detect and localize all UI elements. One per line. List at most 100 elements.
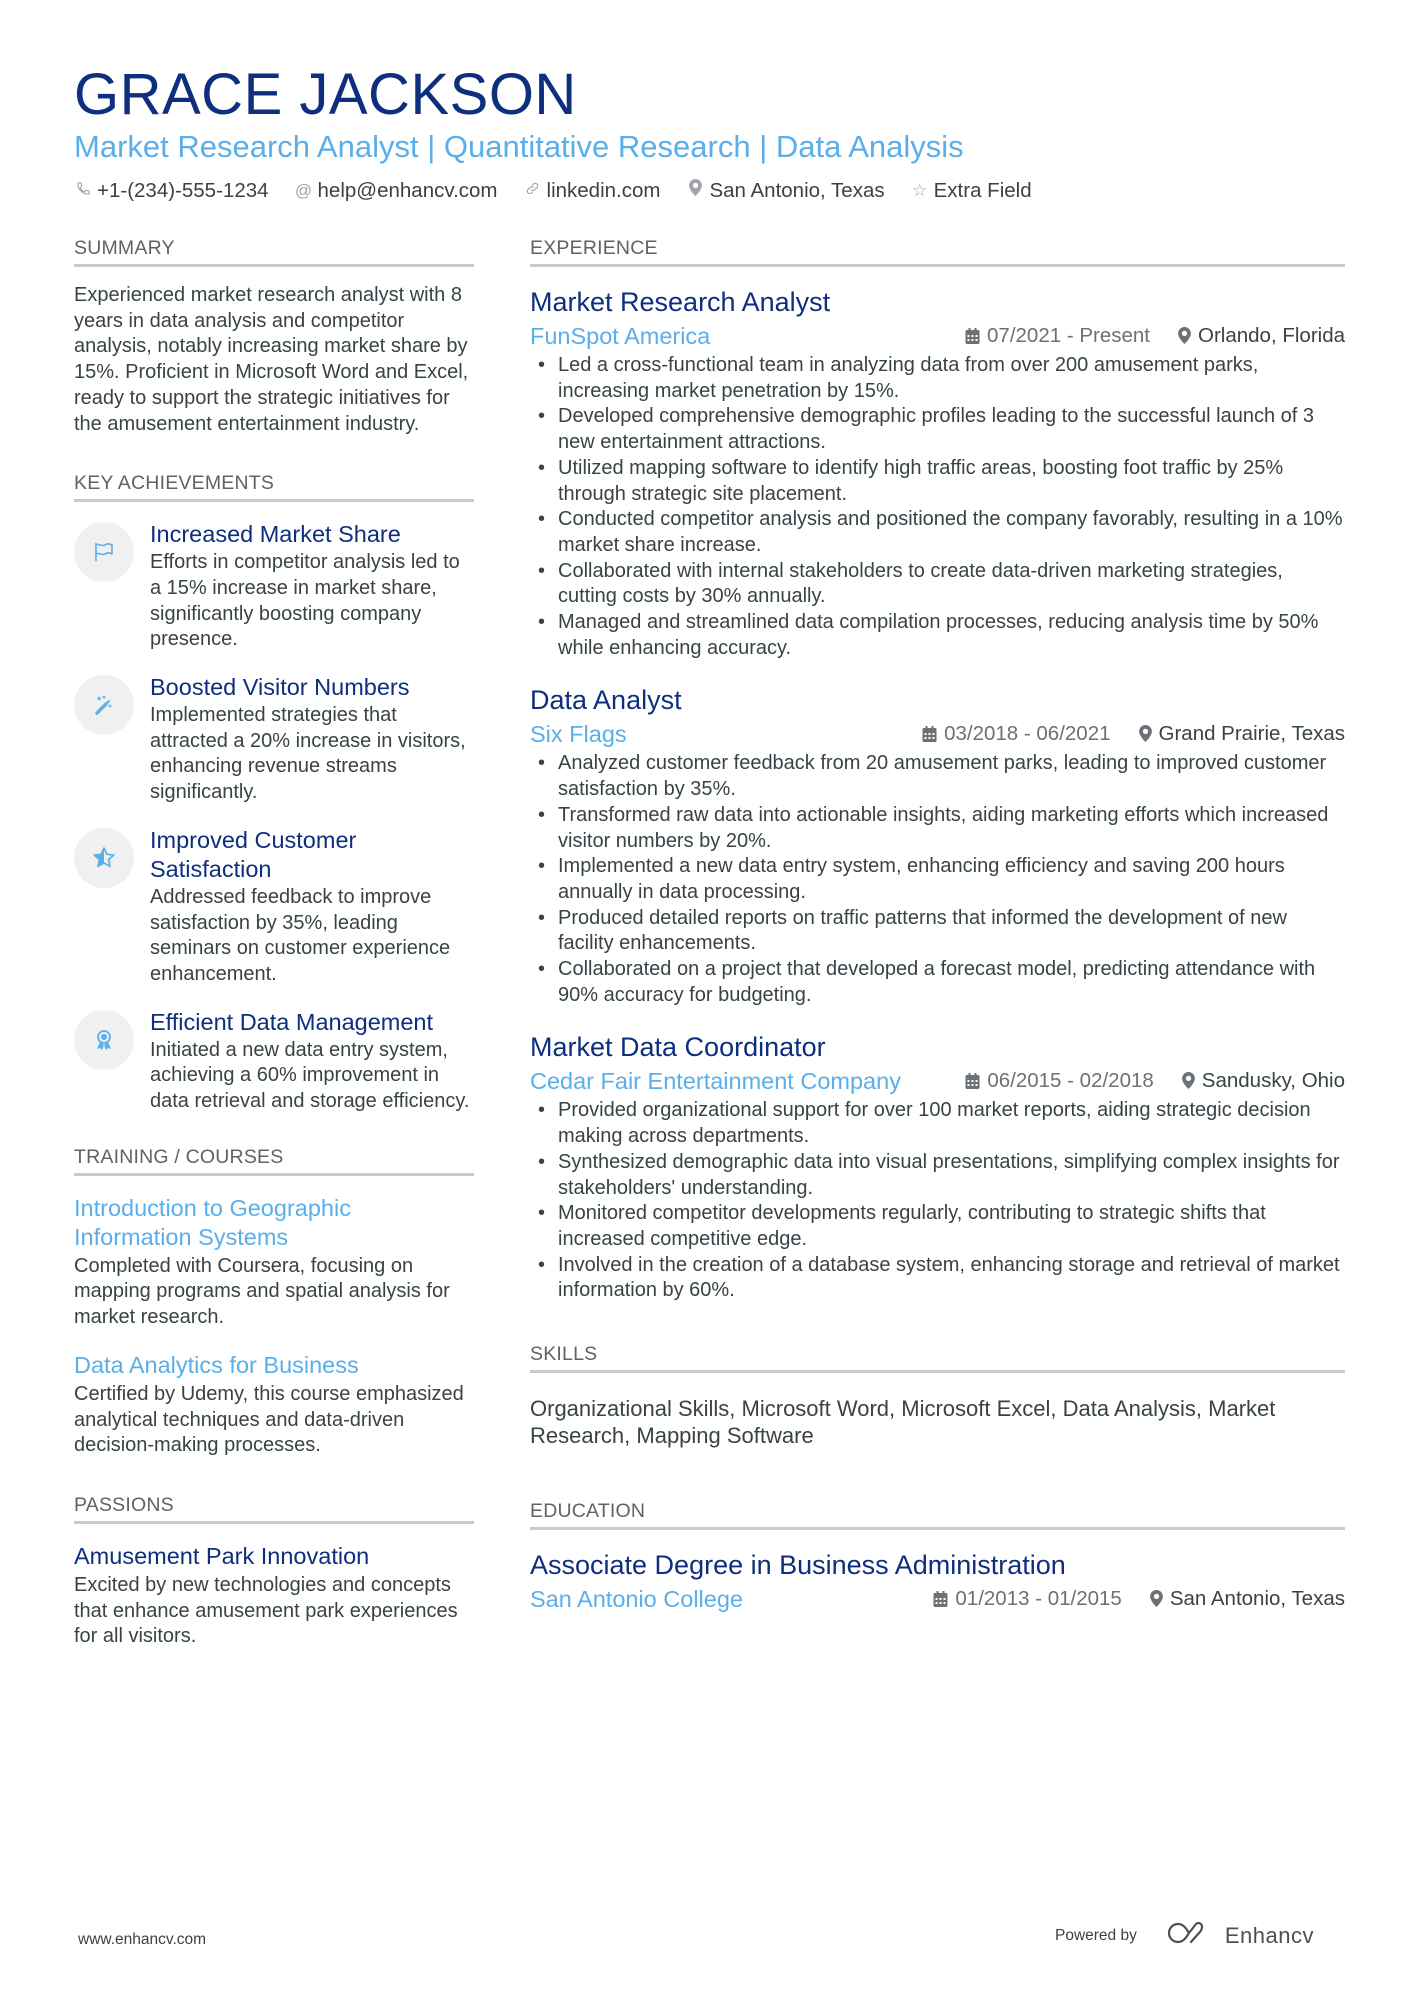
- achievements-list: Increased Market Share Efforts in compet…: [74, 520, 474, 1115]
- footer-website-link[interactable]: www.enhancv.com: [78, 1931, 206, 1949]
- job-dates: 07/2021 - Present: [965, 323, 1150, 349]
- passions-section: PASSIONS Amusement Park Innovation Excit…: [74, 1493, 474, 1650]
- achievement-text: Efforts in competitor analysis led to a …: [150, 551, 460, 651]
- course-item: Data Analytics for Business Certified by…: [74, 1351, 474, 1459]
- job-bullets: Led a cross-functional team in analyzing…: [530, 353, 1345, 661]
- contact-extra: ☆ Extra Field: [911, 178, 1032, 204]
- achievement-title: Efficient Data Management: [150, 1008, 434, 1035]
- achievement-title: Improved Customer Satisfaction: [150, 826, 357, 882]
- summary-section: SUMMARY Experienced market research anal…: [74, 236, 474, 437]
- skills-heading: SKILLS: [530, 1342, 1345, 1374]
- job-meta: Six Flags 03/2018 - 06/2021 Grand Prairi…: [530, 719, 1345, 749]
- magic-wand-icon: [74, 675, 134, 736]
- job-bullet: Led a cross-functional team in analyzing…: [530, 353, 1345, 404]
- job-bullet: Managed and streamlined data compilation…: [530, 610, 1345, 661]
- course-title: Introduction to Geographic Information S…: [74, 1194, 351, 1250]
- achievement-text: Initiated a new data entry system, achie…: [150, 1038, 470, 1113]
- job-bullet: Involved in the creation of a database s…: [530, 1253, 1345, 1304]
- link-icon: [524, 178, 542, 204]
- contact-email-text: help@enhancv.com: [317, 179, 498, 202]
- course-item: Introduction to Geographic Information S…: [74, 1194, 474, 1331]
- course-text: Completed with Coursera, focusing on map…: [74, 1254, 450, 1329]
- location-icon: [686, 178, 704, 204]
- calendar-icon: [965, 1073, 980, 1090]
- star-icon: ☆: [912, 181, 928, 200]
- job-title: Market Research Analyst: [530, 287, 831, 317]
- job-company: Six Flags: [530, 721, 627, 748]
- achievement-text: Addressed feedback to improve satisfacti…: [150, 885, 451, 985]
- education-entry: Associate Degree in Business Administrat…: [530, 1548, 1345, 1614]
- job-meta: FunSpot America 07/2021 - Present Orland…: [530, 321, 1345, 351]
- location-icon: [1181, 1072, 1195, 1090]
- resume-header: GRACE JACKSON Market Research Analyst | …: [74, 62, 1344, 204]
- education-meta: San Antonio College 01/2013 - 01/2015 Sa…: [530, 1584, 1345, 1614]
- experience-section: EXPERIENCE Market Research Analyst FunSp…: [530, 236, 1345, 1304]
- candidate-name: GRACE JACKSON: [74, 62, 577, 127]
- job-location-text: Sandusky, Ohio: [1201, 1068, 1345, 1092]
- achievement-item: Improved Customer Satisfaction Addressed…: [74, 826, 474, 988]
- contact-email[interactable]: @ help@enhancv.com: [295, 178, 498, 204]
- education-location-text: San Antonio, Texas: [1169, 1586, 1345, 1610]
- job-entry: Market Research Analyst FunSpot America …: [530, 285, 1345, 661]
- job-bullet: Produced detailed reports on traffic pat…: [530, 906, 1345, 957]
- job-bullet: Monitored competitor developments regula…: [530, 1201, 1345, 1252]
- job-company: Cedar Fair Entertainment Company: [530, 1068, 901, 1095]
- contact-location-text: San Antonio, Texas: [709, 179, 885, 202]
- candidate-headline: Market Research Analyst | Quantitative R…: [74, 129, 964, 164]
- achievement-item: Efficient Data Management Initiated a ne…: [74, 1008, 474, 1115]
- enhancv-brand[interactable]: Enhancv: [1167, 1920, 1314, 1951]
- job-bullet: Conducted competitor analysis and positi…: [530, 507, 1345, 558]
- at-icon: @: [294, 181, 313, 200]
- flag-icon: [74, 522, 134, 583]
- job-company: FunSpot America: [530, 323, 711, 349]
- job-location: Grand Prairie, Texas: [1138, 721, 1345, 747]
- achievement-item: Increased Market Share Efforts in compet…: [74, 520, 474, 653]
- job-title: Market Data Coordinator: [530, 1032, 826, 1063]
- job-meta: Cedar Fair Entertainment Company 06/2015…: [530, 1066, 1345, 1096]
- job-dates-text: 03/2018 - 06/2021: [944, 722, 1111, 746]
- job-bullet: Utilized mapping software to identify hi…: [530, 456, 1345, 507]
- education-heading: EDUCATION: [530, 1499, 1345, 1531]
- job-entry: Data Analyst Six Flags 03/2018 - 06/2021…: [530, 683, 1345, 1008]
- job-bullets: Analyzed customer feedback from 20 amuse…: [530, 751, 1345, 1008]
- job-dates: 06/2015 - 02/2018: [965, 1068, 1154, 1094]
- job-location-text: Orlando, Florida: [1198, 323, 1345, 347]
- passion-item: Amusement Park Innovation Excited by new…: [74, 1542, 474, 1650]
- calendar-icon: [922, 726, 937, 743]
- left-column: SUMMARY Experienced market research anal…: [74, 236, 474, 1684]
- job-bullet: Analyzed customer feedback from 20 amuse…: [530, 751, 1345, 802]
- job-bullet: Transformed raw data into actionable ins…: [530, 803, 1345, 854]
- job-dates-text: 06/2015 - 02/2018: [987, 1069, 1154, 1093]
- skills-text: Organizational Skills, Microsoft Word, M…: [530, 1396, 1276, 1449]
- education-dates-text: 01/2013 - 01/2015: [955, 1587, 1122, 1611]
- achievements-heading: KEY ACHIEVEMENTS: [74, 471, 474, 503]
- contact-phone[interactable]: +1-(234)-555-1234: [74, 178, 269, 204]
- achievement-text: Implemented strategies that attracted a …: [150, 704, 466, 804]
- powered-by-label: Powered by: [1055, 1926, 1137, 1944]
- skills-section: SKILLS Organizational Skills, Microsoft …: [530, 1342, 1345, 1449]
- enhancv-logo-icon: [1167, 1920, 1213, 1951]
- passion-title: Amusement Park Innovation: [74, 1542, 370, 1569]
- course-text: Certified by Udemy, this course emphasiz…: [74, 1382, 464, 1457]
- achievements-section: KEY ACHIEVEMENTS Increased Market Share …: [74, 471, 474, 1115]
- job-bullet: Provided organizational support for over…: [530, 1098, 1345, 1149]
- passion-text: Excited by new technologies and concepts…: [74, 1573, 458, 1648]
- contact-linkedin-text: linkedin.com: [546, 179, 661, 202]
- education-section: EDUCATION Associate Degree in Business A…: [530, 1499, 1345, 1614]
- calendar-icon: [965, 328, 980, 344]
- summary-heading: SUMMARY: [74, 236, 474, 267]
- contact-bar: +1-(234)-555-1234 @ help@enhancv.com lin…: [74, 178, 1344, 204]
- education-school: San Antonio College: [530, 1586, 743, 1613]
- achievement-item: Boosted Visitor Numbers Implemented stra…: [74, 673, 474, 806]
- contact-linkedin[interactable]: linkedin.com: [524, 178, 661, 204]
- location-icon: [1149, 1590, 1163, 1608]
- summary-text: Experienced market research analyst with…: [74, 284, 469, 435]
- calendar-icon: [933, 1591, 948, 1608]
- phone-icon: [74, 178, 92, 204]
- job-dates: 03/2018 - 06/2021: [922, 721, 1111, 747]
- achievement-title: Boosted Visitor Numbers: [150, 674, 410, 701]
- achievement-title: Increased Market Share: [150, 521, 401, 548]
- contact-phone-text: +1-(234)-555-1234: [97, 179, 269, 202]
- job-dates-text: 07/2021 - Present: [987, 324, 1151, 347]
- education-location: San Antonio, Texas: [1149, 1586, 1345, 1612]
